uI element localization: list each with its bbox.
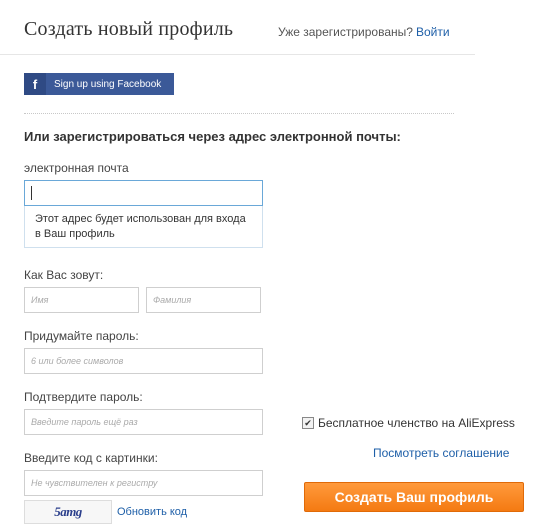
captcha-image: 5amg [24,500,112,524]
confirm-password-input[interactable]: Введите пароль ещё раз [24,409,263,435]
refresh-captcha-link[interactable]: Обновить код [117,506,187,518]
email-input[interactable] [24,180,263,206]
create-profile-button[interactable]: Создать Ваш профиль [304,482,524,512]
password-label: Придумайте пароль: [24,329,139,343]
membership-label: Бесплатное членство на AliExpress [318,416,515,430]
already-text: Уже зарегистрированы? [278,25,413,39]
password-input[interactable]: 6 или более символов [24,348,263,374]
header-divider [0,54,475,55]
already-registered: Уже зарегистрированы? Войти [278,25,450,39]
text-cursor [31,186,32,200]
email-hint-tooltip: Этот адрес будет использован для входа в… [24,206,263,248]
login-link[interactable]: Войти [416,25,450,39]
last-name-input[interactable]: Фамилия [146,287,261,313]
first-name-input[interactable]: Имя [24,287,139,313]
facebook-signup-button[interactable]: f Sign up using Facebook [24,73,174,95]
captcha-input[interactable]: Не чувствителен к регистру [24,470,263,496]
confirm-password-label: Подтвердите пароль: [24,390,143,404]
page-title: Создать новый профиль [24,18,234,40]
email-signup-heading: Или зарегистрироваться через адрес элект… [24,129,401,144]
name-label: Как Вас зовут: [24,268,104,282]
view-agreement-link[interactable]: Посмотреть соглашение [373,446,509,460]
membership-row: ✔ Бесплатное членство на AliExpress [302,416,515,430]
captcha-label: Введите код с картинки: [24,451,158,465]
section-divider [24,113,454,114]
email-label: электронная почта [24,161,129,175]
facebook-icon: f [24,73,46,95]
facebook-signup-label: Sign up using Facebook [54,78,162,90]
membership-checkbox[interactable]: ✔ [302,417,314,429]
